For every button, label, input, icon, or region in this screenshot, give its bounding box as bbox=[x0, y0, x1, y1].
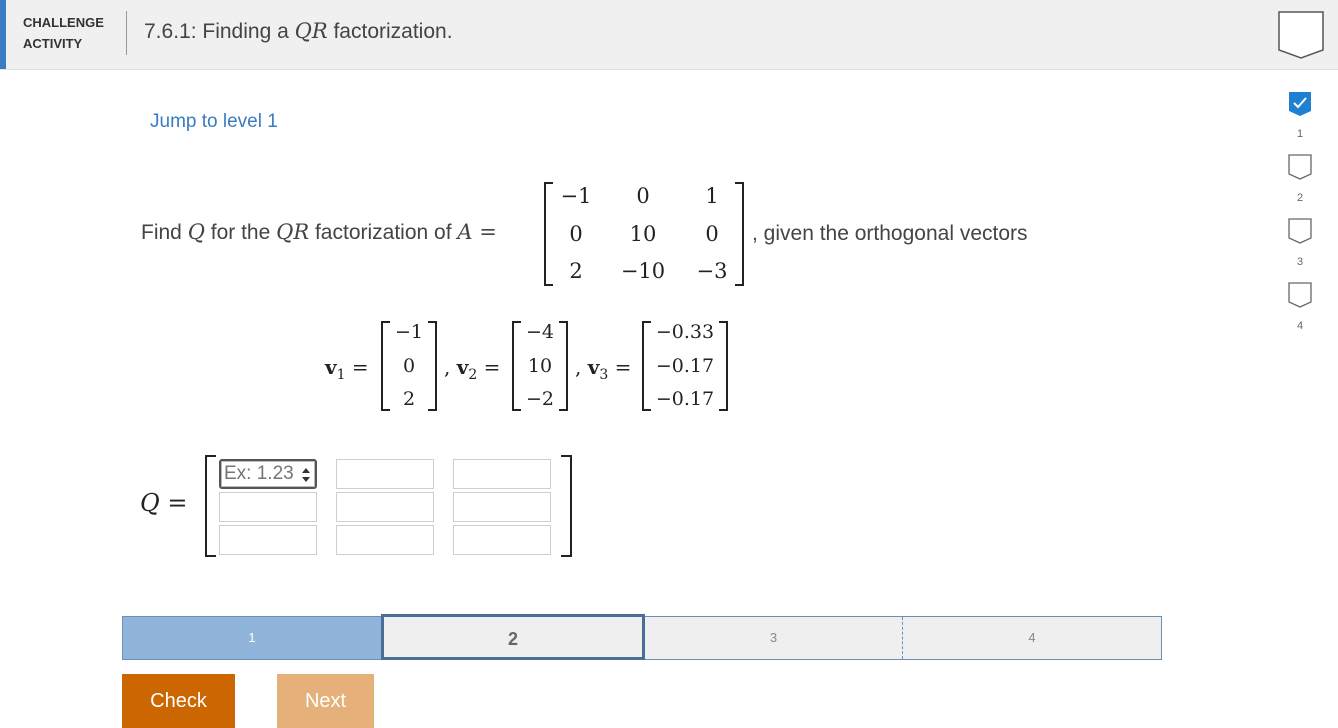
tag-line-2: ACTIVITY bbox=[23, 36, 83, 51]
title-math: QR bbox=[294, 19, 328, 43]
vector-v3-left-bracket bbox=[642, 321, 651, 411]
q-input-r1c2[interactable] bbox=[336, 459, 434, 489]
q-input-r3c3[interactable] bbox=[453, 525, 551, 555]
activity-header: CHALLENGE ACTIVITY 7.6.1: Finding a QR f… bbox=[0, 0, 1338, 70]
vector-v1-right-bracket bbox=[428, 321, 437, 411]
matrix-a-cell: −1 bbox=[560, 184, 592, 208]
problem-mid: for the bbox=[204, 221, 277, 244]
activity-completion-badge-icon bbox=[1278, 11, 1324, 59]
vector-v1-sub: 1 bbox=[336, 367, 346, 383]
matrix-a-left-bracket bbox=[544, 182, 553, 286]
q-input-r3c1[interactable] bbox=[219, 525, 317, 555]
a-variable: A bbox=[457, 220, 473, 244]
level-3-segment[interactable]: 3 bbox=[645, 617, 902, 659]
matrix-a: −1 0 1 0 10 0 2 −10 −3 bbox=[544, 182, 744, 286]
level-1-segment[interactable]: 1 bbox=[123, 617, 381, 659]
vector-v2-symbol: v bbox=[456, 355, 469, 379]
q-input-r3c2[interactable] bbox=[336, 525, 434, 555]
vector-v2-right-bracket bbox=[559, 321, 568, 411]
matrix-a-cell: 2 bbox=[569, 259, 583, 283]
vector-v3-symbol: v bbox=[587, 355, 600, 379]
vector-v3-cell: −0.17 bbox=[655, 388, 715, 410]
vector-v3: −0.33 −0.17 −0.17 bbox=[642, 321, 728, 411]
title-prefix: 7.6.1: Finding a bbox=[144, 20, 295, 43]
level-2-segment[interactable]: 2 bbox=[381, 614, 645, 660]
matrix-a-right-bracket bbox=[735, 182, 744, 286]
answer-left-bracket bbox=[205, 455, 216, 557]
answer-equals: = bbox=[159, 489, 188, 517]
qr-variable: QR bbox=[276, 220, 310, 244]
matrix-a-cell: 1 bbox=[705, 184, 719, 208]
level-4-incomplete-badge-icon[interactable] bbox=[1288, 282, 1312, 308]
q-input-r2c1[interactable] bbox=[219, 492, 317, 522]
answer-right-bracket bbox=[561, 455, 572, 557]
vector-v1-cell: 2 bbox=[402, 388, 416, 410]
header-divider bbox=[126, 11, 127, 55]
sidebar-level-4-number: 4 bbox=[1296, 320, 1304, 332]
matrix-a-cell: −10 bbox=[620, 259, 666, 283]
matrix-a-cell: 0 bbox=[569, 222, 583, 246]
next-button[interactable]: Next bbox=[277, 674, 374, 728]
problem-lead: Find bbox=[141, 221, 188, 244]
vector-v2-cell: −2 bbox=[525, 388, 555, 410]
sidebar-level-1-number: 1 bbox=[1296, 128, 1304, 140]
vector-v3-right-bracket bbox=[719, 321, 728, 411]
level-4-segment[interactable]: 4 bbox=[903, 617, 1161, 659]
vector-v3-cell: −0.17 bbox=[655, 355, 715, 377]
vector-v1-cell: 0 bbox=[402, 355, 416, 377]
level-3-incomplete-badge-icon[interactable] bbox=[1288, 218, 1312, 244]
equals-sign: = bbox=[472, 220, 497, 244]
matrix-a-cell: 10 bbox=[629, 222, 657, 246]
q-input-r2c2[interactable] bbox=[336, 492, 434, 522]
q-variable: Q bbox=[187, 220, 205, 244]
sidebar-level-3-number: 3 bbox=[1296, 256, 1304, 268]
q-input-r2c3[interactable] bbox=[453, 492, 551, 522]
check-button[interactable]: Check bbox=[122, 674, 235, 728]
matrix-a-cell: 0 bbox=[636, 184, 650, 208]
matrix-a-cell: 0 bbox=[705, 222, 719, 246]
level-2-incomplete-badge-icon[interactable] bbox=[1288, 154, 1312, 180]
vector-v1-symbol: v bbox=[325, 355, 337, 379]
answer-q-symbol: Q bbox=[140, 489, 160, 517]
matrix-a-cell: −3 bbox=[696, 259, 728, 283]
level-progress-bar: 1 2 3 4 bbox=[122, 614, 1162, 660]
activity-title: 7.6.1: Finding a QR factorization. bbox=[144, 19, 453, 44]
vector-v2-cell: −4 bbox=[525, 321, 555, 343]
vector-v2-label: , v2 = bbox=[444, 355, 501, 383]
problem-statement: Find Q for the QR factorization of A = bbox=[141, 220, 497, 245]
vector-v1-left-bracket bbox=[381, 321, 390, 411]
vector-v2-sub: 2 bbox=[468, 367, 478, 383]
problem-mid2: factorization of bbox=[309, 221, 458, 244]
q-input-r1c3[interactable] bbox=[453, 459, 551, 489]
vector-v1-label: v1 = bbox=[325, 355, 369, 383]
number-spinner-icon[interactable] bbox=[300, 465, 312, 485]
vector-v2-cell: 10 bbox=[527, 355, 553, 377]
vector-v2-left-bracket bbox=[512, 321, 521, 411]
level-1-complete-check-icon[interactable] bbox=[1288, 91, 1312, 117]
title-suffix: factorization. bbox=[327, 20, 453, 43]
problem-trail: , given the orthogonal vectors bbox=[752, 222, 1028, 245]
activity-type-tag: CHALLENGE ACTIVITY bbox=[23, 12, 118, 54]
tag-line-1: CHALLENGE bbox=[23, 15, 104, 30]
vector-v3-cell: −0.33 bbox=[655, 321, 715, 343]
vector-v2: −4 10 −2 bbox=[512, 321, 568, 411]
answer-q-label: Q = bbox=[140, 489, 187, 518]
header-accent-bar bbox=[0, 0, 6, 69]
vector-v3-sub: 3 bbox=[599, 367, 609, 383]
vector-v3-label: , v3 = bbox=[575, 355, 632, 383]
vector-v1: −1 0 2 bbox=[381, 321, 437, 411]
vector-v1-cell: −1 bbox=[394, 321, 424, 343]
jump-to-level-link[interactable]: Jump to level 1 bbox=[150, 111, 278, 133]
sidebar-level-2-number: 2 bbox=[1296, 192, 1304, 204]
